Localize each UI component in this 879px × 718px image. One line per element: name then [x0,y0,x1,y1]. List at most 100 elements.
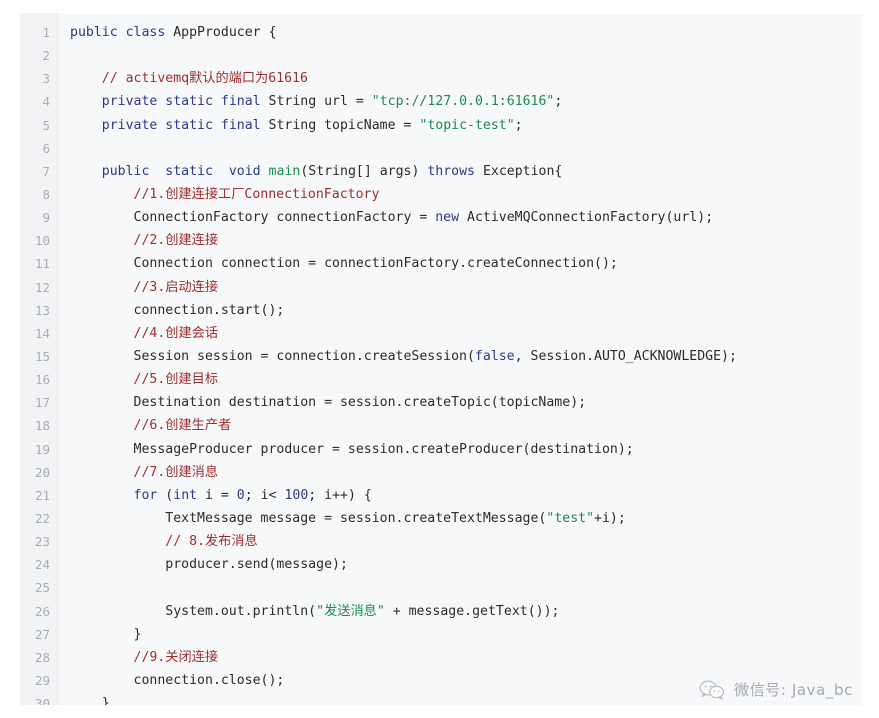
line-number: 26 [34,603,50,619]
code-token: TextMessage message = session.createText… [70,510,547,526]
code-token: //2.创建连接 [133,233,219,249]
code-token: void [228,163,261,179]
code-line: } [70,623,863,646]
code-token: String topicName = [260,117,420,133]
code-token: Connection connection = connectionFactor… [70,256,618,272]
code-line: public static void main(String[] args) t… [70,160,863,183]
code-token: false [474,348,515,364]
line-number-gutter: 1 2 3 4 5 6 7 8 9 10 11 12 13 14 15 16 17 18 19 20 21 22 23 24 2… [20,13,58,705]
code-line: //4.创建会话 [70,322,863,345]
line-number: 7 [42,163,50,179]
code-line: for (int i = 0; i< 100; i++) { [70,484,863,507]
code-token: int [173,487,198,503]
code-line: ConnectionFactory connectionFactory = ne… [70,206,863,229]
code-token: public [101,163,150,179]
code-line: //3.启动连接 [70,276,863,299]
code-line: public class AppProducer { [70,21,863,44]
code-line: TextMessage message = session.createText… [70,507,863,530]
code-token: main [268,163,301,179]
code-line: // activemq默认的端口为61616 [70,67,863,90]
line-number: 14 [34,325,50,341]
code-token: //6.创建生产者 [133,418,232,434]
code-line: MessageProducer producer = session.creat… [70,438,863,461]
line-number: 27 [34,626,50,642]
code-token: //7.创建消息 [133,464,219,480]
code-token: System.out.println( [70,603,317,619]
code-token: ; i< [244,487,285,503]
code-token: private [101,117,158,133]
code-line: //6.创建生产者 [70,414,863,437]
code-token: ( [157,487,174,503]
code-token: for [133,487,158,503]
line-number: 13 [34,302,50,318]
line-number: 8 [42,186,50,202]
watermark: 微信号: Java_bc [699,679,853,700]
code-token: connection.close(); [70,672,285,688]
code-token: String url = [260,94,372,110]
code-token: } [70,696,110,705]
code-token: Session session = connection.createSessi… [70,348,475,364]
code-token: Exception{ [475,163,563,179]
code-token: //1.创建连接工厂ConnectionFactory [133,186,380,202]
line-number: 25 [34,580,50,596]
code-line: //2.创建连接 [70,229,863,252]
watermark-text: 微信号: Java_bc [734,681,853,699]
code-token: producer.send(message); [70,557,348,573]
code-token: ConnectionFactory connectionFactory = [70,210,436,226]
code-token: class [125,25,166,40]
code-token: private [101,94,158,110]
code-line: //5.创建目标 [70,368,863,391]
code-line: Destination destination = session.create… [70,391,863,414]
code-token: "test" [546,510,595,526]
line-number: 24 [34,557,50,573]
code-token: , Session.AUTO_ACKNOWLEDGE); [514,348,737,364]
code-line: // 8.发布消息 [70,530,863,553]
code-token: final [220,117,261,133]
code-token: AppProducer { [165,25,277,40]
code-token: //9.关闭连接 [133,649,219,665]
code-content-area[interactable]: public class AppProducer { // activemq默认… [58,13,863,705]
line-number: 20 [34,464,50,480]
code-line: Connection connection = connectionFactor… [70,252,863,275]
line-number: 29 [34,672,50,688]
code-token: ; i++) { [308,487,372,503]
code-token: } [70,626,142,642]
code-token: +i); [594,510,626,526]
code-token: //3.启动连接 [133,279,219,295]
code-token: //5.创建目标 [133,372,219,388]
code-line: //9.关闭连接 [70,646,863,669]
code-token: "tcp://127.0.0.1:61616" [371,94,555,110]
code-token: (String[] args) [300,163,428,179]
line-number: 2 [42,48,50,64]
code-token: public [70,25,118,40]
line-number: 17 [34,395,50,411]
line-number: 28 [34,649,50,665]
code-token: + message.getText()); [384,603,560,619]
line-number: 22 [34,510,50,526]
line-number: 15 [34,348,50,364]
line-number: 23 [34,534,50,550]
line-number: 16 [34,372,50,388]
code-token: // activemq默认的端口为61616 [101,71,308,87]
code-line: private static final String topicName = … [70,114,863,137]
code-token: 100 [284,487,309,503]
line-number: 4 [42,94,50,110]
code-token: Destination destination = session.create… [70,395,587,411]
line-number: 30 [34,696,50,705]
wechat-icon [699,680,725,700]
